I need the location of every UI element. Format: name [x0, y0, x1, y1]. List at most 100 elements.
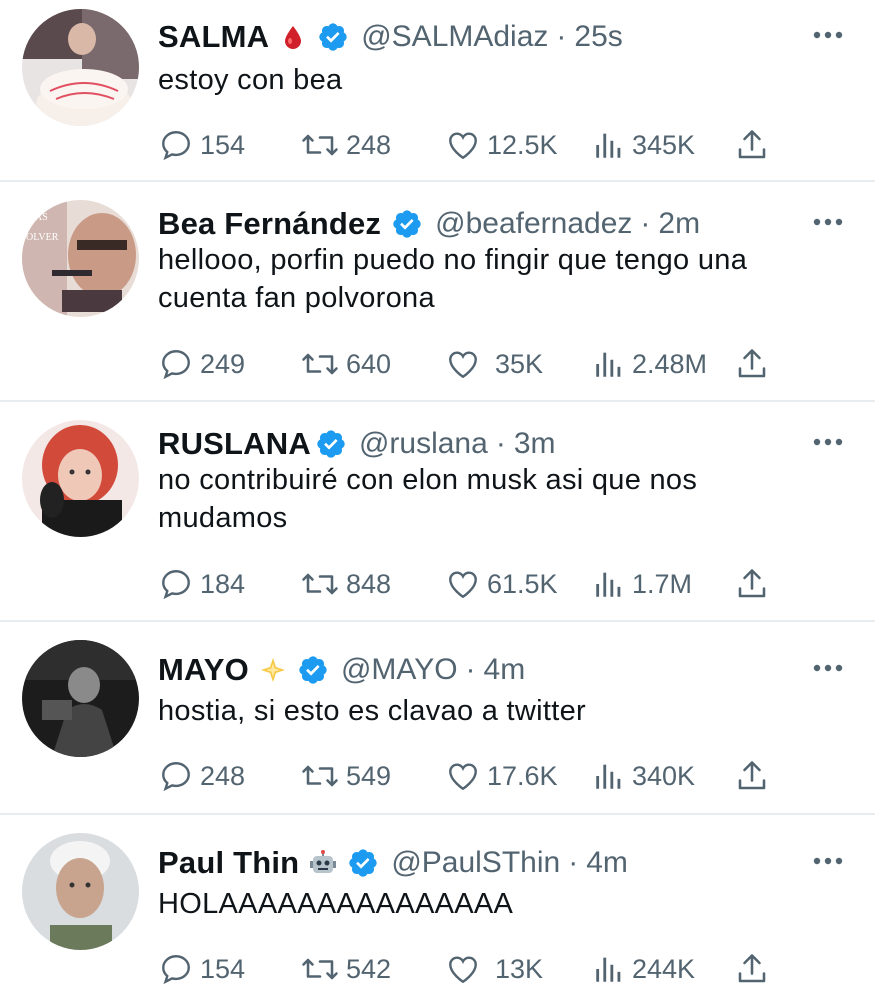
robot-face-icon [309, 849, 337, 877]
reply-button[interactable]: 249 [158, 344, 245, 384]
retweet-button[interactable]: 549 [300, 756, 391, 796]
verified-badge-icon [297, 654, 329, 686]
retweet-button[interactable]: 248 [300, 125, 391, 165]
timestamp[interactable]: 4m [484, 653, 526, 687]
avatar[interactable] [22, 640, 139, 757]
heart-icon [449, 956, 477, 984]
retweet-count: 640 [346, 348, 392, 379]
like-count: 61.5K [487, 568, 558, 599]
verified-badge-icon [317, 21, 349, 53]
like-button[interactable]: 35K [445, 344, 543, 384]
timestamp[interactable]: 25s [574, 20, 622, 54]
timestamp[interactable]: 4m [586, 846, 628, 880]
retweet-icon [302, 134, 338, 156]
tweet-actions: 154 542 13K 244K [158, 949, 778, 989]
reply-icon [162, 570, 190, 600]
username-handle[interactable]: @ruslana [359, 427, 488, 461]
tweet[interactable]: MAYO @MAYO · 4m hostia, si esto es clava… [0, 622, 875, 815]
timestamp[interactable]: 3m [514, 427, 556, 461]
display-name[interactable]: MAYO [158, 652, 249, 688]
views-button[interactable]: 2.48M [592, 344, 707, 384]
display-name[interactable]: Bea Fernández [158, 206, 381, 242]
separator: · [568, 846, 579, 879]
tweet[interactable]: RUSLANA @ruslana · 3m no contribuiré con… [0, 402, 875, 622]
tweet-actions: 154 248 12.5K 345K [158, 125, 778, 165]
reply-button[interactable]: 154 [158, 949, 245, 989]
retweet-button[interactable]: 848 [300, 564, 391, 604]
share-icon [738, 130, 766, 159]
tweet[interactable]: Paul Thin @PaulSThin · 4m HOLAAAAAAAAAAA… [0, 815, 875, 1000]
avatar[interactable] [22, 420, 139, 537]
avatar[interactable] [22, 833, 139, 950]
views-chart-icon [596, 133, 621, 158]
timestamp[interactable]: 2m [658, 207, 700, 241]
like-button[interactable]: 12.5K [445, 125, 558, 165]
tweet-text-line: estoy con bea [158, 64, 343, 96]
tweet[interactable]: MAS OLVER Bea Fernández @beafernadez · 2… [0, 182, 875, 402]
reply-count: 184 [200, 568, 246, 599]
views-button[interactable]: 1.7M [592, 564, 692, 604]
views-button[interactable]: 345K [592, 125, 695, 165]
verified-badge-icon [315, 428, 347, 460]
tweet-actions: 184 848 61.5K 1.7M [158, 564, 778, 604]
like-button[interactable]: 61.5K [445, 564, 558, 604]
share-button[interactable] [734, 344, 770, 384]
like-button[interactable]: 17.6K [445, 756, 558, 796]
like-button[interactable]: 13K [445, 949, 543, 989]
display-name[interactable]: Paul Thin [158, 845, 299, 881]
share-icon [738, 349, 766, 378]
reply-button[interactable]: 184 [158, 564, 245, 604]
reply-count: 154 [200, 129, 246, 160]
verified-badge-icon [391, 208, 423, 240]
more-options-icon[interactable] [813, 663, 843, 673]
retweet-icon [302, 765, 338, 787]
avatar[interactable]: MAS OLVER [22, 200, 139, 317]
glowing-star-icon [259, 656, 287, 684]
views-chart-icon [596, 957, 621, 982]
share-button[interactable] [734, 125, 770, 165]
display-name[interactable]: SALMA [158, 19, 269, 55]
separator: · [556, 20, 567, 53]
reply-button[interactable]: 248 [158, 756, 245, 796]
retweet-button[interactable]: 542 [300, 949, 391, 989]
reply-count: 249 [200, 348, 246, 379]
avatar[interactable] [22, 9, 139, 126]
heart-icon [449, 132, 477, 160]
retweet-count: 542 [346, 953, 392, 984]
reply-count: 248 [200, 760, 246, 791]
views-button[interactable]: 340K [592, 756, 695, 796]
views-button[interactable]: 244K [592, 949, 695, 989]
more-options-icon[interactable] [813, 437, 843, 447]
retweet-icon [302, 958, 338, 980]
username-handle[interactable]: @beafernadez [435, 207, 632, 241]
tweet-feed: SALMA @SALMAdiaz · 25s estoy con bea 154 [0, 0, 875, 1000]
reply-button[interactable]: 154 [158, 125, 245, 165]
tweet-text: hellooo, porfin puedo no fingir que teng… [158, 241, 845, 317]
more-options-icon[interactable] [813, 30, 843, 40]
display-name[interactable]: RUSLANA [158, 426, 311, 462]
tweet-text-line: no contribuiré con elon musk asi que nos [158, 464, 698, 496]
tweet-text: estoy con bea [158, 61, 845, 99]
share-button[interactable] [734, 756, 770, 796]
share-button[interactable] [734, 949, 770, 989]
svg-text:MAS: MAS [26, 212, 48, 223]
views-chart-icon [596, 572, 621, 597]
view-count: 1.7M [632, 568, 693, 599]
like-count: 17.6K [487, 760, 558, 791]
reply-icon [162, 955, 190, 985]
username-handle[interactable]: @SALMAdiaz [361, 20, 548, 54]
view-count: 340K [632, 760, 696, 791]
share-button[interactable] [734, 564, 770, 604]
tweet-text-line: HOLAAAAAAAAAAAAAAA [158, 888, 514, 920]
tweet-text-line: hostia, si esto es clavao a twitter [158, 695, 586, 727]
more-options-icon[interactable] [813, 856, 843, 866]
more-options-icon[interactable] [813, 217, 843, 227]
tweet[interactable]: SALMA @SALMAdiaz · 25s estoy con bea 154 [0, 0, 875, 182]
username-handle[interactable]: @MAYO [341, 653, 458, 687]
retweet-button[interactable]: 640 [300, 344, 391, 384]
username-handle[interactable]: @PaulSThin [391, 846, 560, 880]
share-icon [738, 569, 766, 598]
tweet-text: HOLAAAAAAAAAAAAAAA [158, 885, 845, 923]
tweet-text-line: mudamos [158, 502, 288, 534]
reply-icon [162, 131, 190, 161]
